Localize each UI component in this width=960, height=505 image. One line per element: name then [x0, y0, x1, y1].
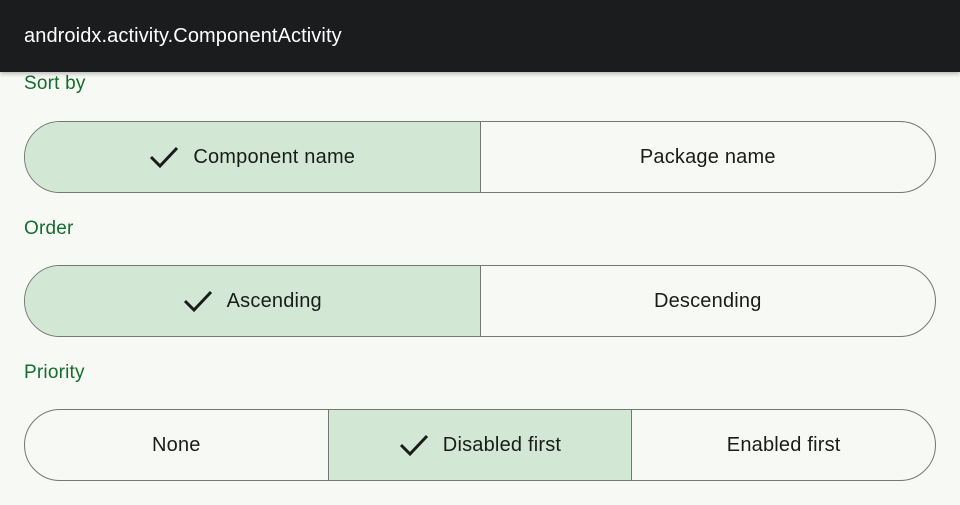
sort-option-label: Component name: [193, 145, 356, 168]
priority-option-none[interactable]: None: [25, 410, 328, 480]
sort-option-package-name[interactable]: Package name: [479, 122, 936, 192]
check-icon: [183, 289, 213, 313]
order-segmented-control: Ascending Descending: [24, 265, 936, 337]
check-icon: [149, 145, 179, 169]
sort-by-segmented-control: Component name Package name: [24, 121, 936, 193]
app-bar: androidx.activity.ComponentActivity: [0, 0, 960, 72]
priority-label: Priority: [24, 362, 85, 383]
app-bar-title: androidx.activity.ComponentActivity: [24, 25, 342, 47]
priority-option-label: None: [152, 433, 201, 456]
order-option-ascending[interactable]: Ascending: [25, 266, 480, 336]
priority-option-label: Disabled first: [442, 433, 562, 456]
priority-segmented-control: None Disabled first Enabled first: [24, 409, 936, 481]
order-option-label: Ascending: [226, 289, 322, 312]
settings-content: Sort by Component name Package name Orde…: [0, 72, 960, 505]
priority-option-disabled-first[interactable]: Disabled first: [327, 410, 632, 480]
order-option-descending[interactable]: Descending: [479, 266, 936, 336]
order-option-label: Descending: [653, 289, 762, 312]
sort-by-label: Sort by: [24, 73, 86, 94]
sort-option-component-name[interactable]: Component name: [25, 122, 480, 192]
check-icon: [399, 433, 429, 457]
priority-option-enabled-first[interactable]: Enabled first: [631, 410, 935, 480]
priority-option-label: Enabled first: [726, 433, 841, 456]
sort-option-label: Package name: [639, 145, 776, 168]
order-label: Order: [24, 218, 74, 239]
